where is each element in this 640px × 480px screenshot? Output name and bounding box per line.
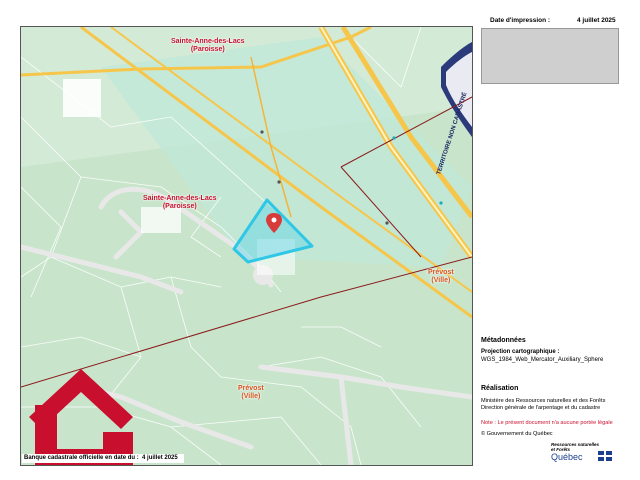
place-label-prevost-bottom: Prévost (Ville) xyxy=(238,385,264,401)
direction-name: Direction générale de l'arpentage et du … xyxy=(481,405,601,411)
projection-label: Projection cartographique : xyxy=(481,349,560,355)
map-point xyxy=(260,130,264,134)
place-name: Sainte-Anne-des-Lacs xyxy=(171,38,245,45)
bank-label: Banque cadastrale officielle en date du … xyxy=(24,455,139,461)
bank-date: 4 juillet 2025 xyxy=(142,455,178,461)
map-point xyxy=(277,180,281,184)
print-date-label: Date d'impression : xyxy=(490,17,551,24)
place-type: (Ville) xyxy=(431,277,451,284)
map-point xyxy=(439,201,443,205)
projection-value: WGS_1984_Web_Mercator_Auxiliary_Sphere xyxy=(481,357,604,363)
metadata-title: Métadonnées xyxy=(481,337,526,344)
place-type: (Ville) xyxy=(241,393,261,400)
copyright: © Gouvernement du Québec xyxy=(481,431,553,437)
map-point xyxy=(392,136,396,140)
place-name: Prévost xyxy=(428,269,454,276)
place-type: (Paroisse) xyxy=(190,46,225,53)
preview-box xyxy=(481,28,619,84)
place-label-top-parish: Sainte-Anne-des-Lacs (Paroisse) xyxy=(171,38,245,54)
place-name: Prévost xyxy=(238,385,264,392)
legal-note: Note : Le présent document n'a aucune po… xyxy=(481,420,613,426)
realisation-title: Réalisation xyxy=(481,385,519,392)
cadastre-date-footer: Banque cadastrale officielle en date du … xyxy=(22,454,184,463)
map-canvas[interactable]: TERRITOIRE NON CADASTRÉ Sainte-Anne-des-… xyxy=(20,26,473,466)
place-label-prevost-right: Prévost (Ville) xyxy=(428,269,454,285)
map-lot xyxy=(63,79,101,117)
fleurdelise-flag-icon xyxy=(598,451,612,461)
map-point xyxy=(385,221,389,225)
logo-word: Québec xyxy=(551,452,583,462)
place-label-mid-parish: Sainte-Anne-des-Lacs (Paroisse) xyxy=(143,195,217,211)
print-date-value: 4 juillet 2025 xyxy=(577,17,616,24)
place-name: Sainte-Anne-des-Lacs xyxy=(143,195,217,202)
quebec-logo: Ressources naturelles et Forêts Québec xyxy=(549,442,619,464)
place-type: (Paroisse) xyxy=(162,203,197,210)
